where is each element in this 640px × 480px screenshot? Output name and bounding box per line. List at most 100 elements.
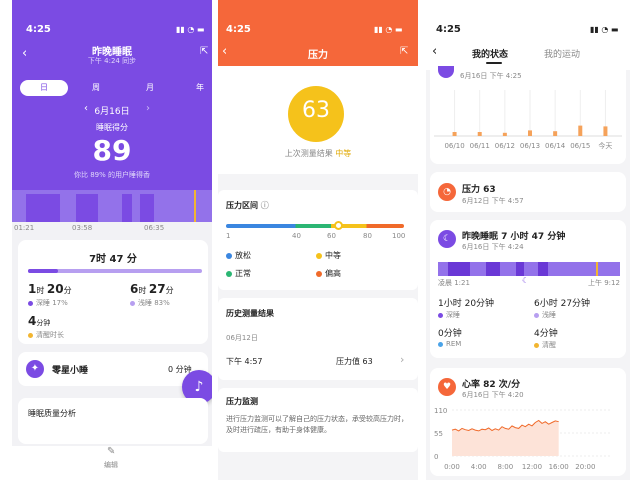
timeline-tick: 01:21 (14, 224, 35, 232)
edit-icon[interactable]: ✎ (107, 446, 115, 457)
deep-segment (26, 194, 60, 222)
status-icons: ▮▮ ◔ ▬ (374, 25, 403, 34)
heart-rate-chart: 110 55 0 0:00 4:00 8:00 12:00 16:00 20:00 (434, 407, 612, 471)
sync-subtitle: 下午 4:24 同步 (87, 57, 137, 65)
deep-segment (122, 194, 132, 222)
y-tick-label: 55 (434, 430, 443, 438)
x-tick-label: 12:00 (522, 463, 542, 471)
awake-label: 清醒时长 (28, 330, 64, 340)
history-time: 下午 4:57 (226, 357, 263, 366)
range-title: 压力区间 ⓘ (226, 201, 269, 210)
analysis-card[interactable]: 睡眠质量分析 (18, 398, 208, 444)
sleep-ratio-bar (28, 269, 202, 273)
back-icon[interactable]: ‹ (432, 44, 437, 59)
sleep-screen: 4:25 ▮▮ ◔ ▬ ‹ 昨晚睡眠 下午 4:24 同步 ⇱ 日 周 月 年 … (12, 0, 212, 480)
info-icon[interactable]: ⓘ (261, 201, 269, 210)
nap-card[interactable]: ✦ 零星小睡 0 分钟 (18, 352, 208, 386)
deep-ratio-fill (28, 269, 58, 273)
percentile-text: 你比 89% 的用户睡得香 (73, 171, 150, 179)
awake-label: 清醒 (534, 340, 556, 350)
stress-date: 6月12日 下午 4:57 (462, 197, 524, 205)
heart-card[interactable]: ♥ 心率 82 次/分 6月16日 下午 4:20 110 55 0 0:00 4:00… (430, 368, 626, 476)
share-icon[interactable]: ⇱ (200, 46, 208, 57)
stress-scale-bar (226, 224, 404, 228)
stress-icon: ◔ (438, 183, 456, 201)
legend-medium: 中等 (316, 250, 341, 261)
bar (578, 125, 583, 136)
history-row[interactable]: 下午 4:57 压力值 63 › (218, 348, 418, 374)
x-tick-label: 0:00 (444, 463, 460, 471)
legend-relaxed: 放松 (226, 250, 251, 261)
history-date: 06月12日 (226, 334, 258, 342)
tab-month[interactable]: 月 (146, 80, 154, 96)
x-tick-label: 06/11 (470, 142, 490, 150)
star-icon: ✦ (26, 360, 44, 378)
status-time: 4:25 (26, 24, 51, 35)
tab-my-status[interactable]: 我的状态 (472, 47, 508, 60)
minute-unit: 分 (63, 286, 72, 295)
hour-unit: 时 (138, 286, 147, 295)
nap-label: 零星小睡 (52, 366, 89, 376)
heart-title: 心率 82 次/分 (462, 380, 521, 390)
minute-unit: 分 (165, 286, 174, 295)
sleep-score: 89 (92, 134, 132, 167)
tab-my-exercise[interactable]: 我的运动 (544, 47, 580, 60)
light-value: 6小时 27分钟 (534, 299, 591, 309)
x-tick-label: 06/13 (520, 142, 540, 150)
deep-segment (538, 262, 548, 276)
page-title: 压力 (308, 50, 328, 61)
scale-tick: 100 (392, 232, 406, 240)
scale-tick: 60 (327, 232, 336, 240)
monitor-title: 压力监测 (226, 397, 258, 406)
stress-marker (334, 221, 343, 230)
sleep-title: 昨晚睡眠 7 小时 47 分钟 (462, 232, 566, 242)
bar (528, 130, 532, 136)
tab-day[interactable]: 日 (20, 80, 68, 96)
history-title: 历史测量结果 (226, 309, 274, 318)
deep-value: 1小时 20分钟 (438, 299, 495, 309)
status-icons: ▮▮ ◔ ▬ (176, 25, 205, 34)
top-chart-card[interactable]: 6月16日 下午 4:25 06/10 06/11 06/12 06/13 06/14 0… (430, 66, 626, 164)
awake-duration: 4分钟 (28, 314, 50, 328)
current-date: 6月16日 (94, 107, 130, 117)
x-tick-label: 06/12 (495, 142, 515, 150)
last-result: 上次测量结果 中等 (284, 149, 352, 158)
share-icon[interactable]: ⇱ (400, 46, 408, 57)
awake-value: 4分钟 (534, 329, 558, 339)
heart-date: 6月16日 下午 4:20 (462, 391, 524, 399)
tab-year[interactable]: 年 (196, 80, 204, 96)
deep-label: 深睡 17% (28, 298, 68, 308)
edit-label[interactable]: 编辑 (104, 460, 118, 470)
y-tick-label: 0 (434, 453, 438, 461)
light-minutes: 27 (148, 282, 166, 296)
status-screen: 4:25 ▮▮ ◔ ▬ ‹ 我的状态 我的运动 6月16日 下午 4:25 06… (426, 0, 630, 480)
hour-unit: 时 (36, 286, 45, 295)
score-label: 睡眠得分 (96, 123, 128, 132)
light-label: 浅睡 (534, 310, 556, 320)
rem-value: 0分钟 (438, 329, 462, 339)
next-date-icon[interactable]: › (146, 103, 150, 114)
deep-segment (448, 262, 470, 276)
rem-label: REM (438, 340, 461, 348)
tab-week[interactable]: 周 (92, 80, 100, 96)
legend-high: 偏高 (316, 268, 341, 279)
period-tabs: 日 周 月 年 (20, 80, 210, 96)
light-label: 浅睡 83% (130, 298, 170, 308)
x-tick-label: 06/15 (570, 142, 590, 150)
x-tick-label: 4:00 (471, 463, 487, 471)
deep-minutes: 20 (46, 282, 64, 296)
deep-label: 深睡 (438, 310, 460, 320)
sleep-stage-bar (438, 262, 620, 276)
awake-segment (194, 190, 196, 222)
card-date: 6月16日 下午 4:25 (460, 72, 522, 80)
sleep-card[interactable]: ☾ 昨晚睡眠 7 小时 47 分钟 6月16日 下午 4:24 凌晨 1:21 … (430, 220, 626, 358)
sleep-end: 上午 9:12 (588, 279, 620, 287)
sleep-summary-card: 7时 47 分 1时 20分 深睡 17% 6时 27分 浅睡 83% 4分钟 … (18, 240, 208, 344)
activity-icon (438, 66, 454, 78)
stress-screen: 4:25 ▮▮ ◔ ▬ ‹ 压力 ⇱ 63 上次测量结果 中等 压力区间 ⓘ 1… (218, 0, 418, 480)
legend-normal: 正常 (226, 268, 251, 279)
status-time: 4:25 (226, 24, 251, 35)
scale-tick: 40 (292, 232, 301, 240)
tab-active-indicator (486, 62, 502, 64)
stress-card[interactable]: ◔ 压力 63 6月12日 下午 4:57 (430, 172, 626, 212)
